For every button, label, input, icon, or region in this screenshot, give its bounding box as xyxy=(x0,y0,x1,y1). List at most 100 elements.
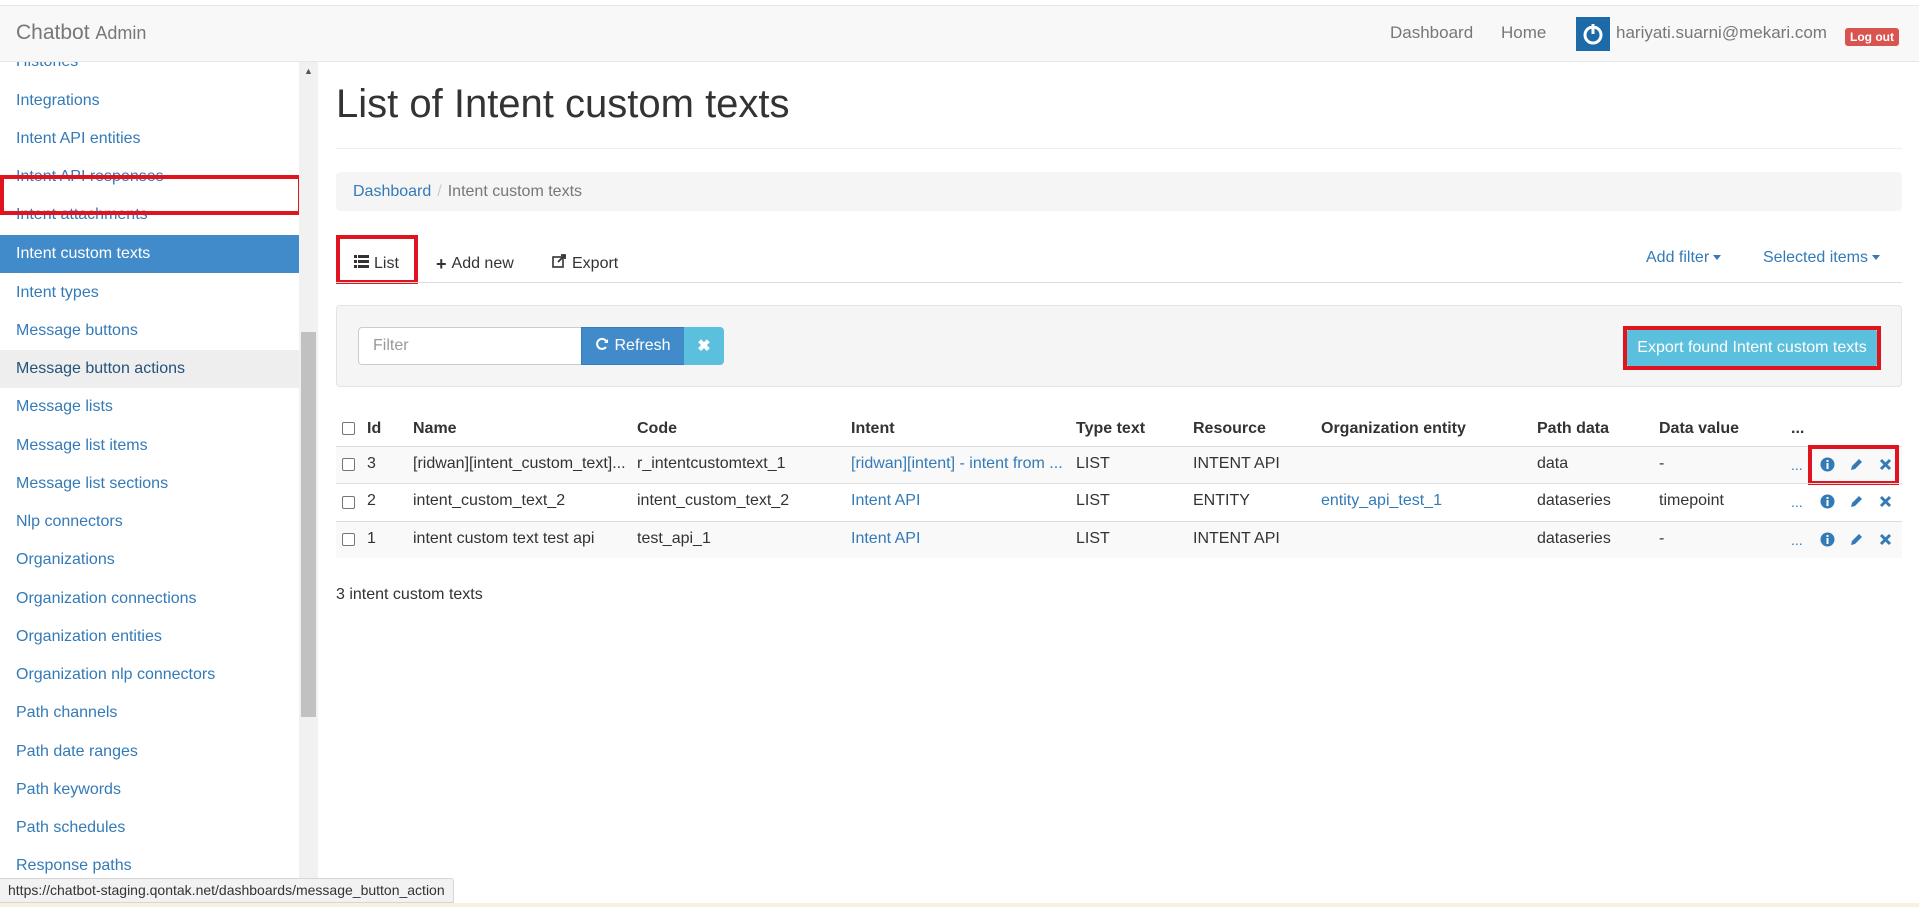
info-icon[interactable] xyxy=(1819,531,1835,547)
column-header-code[interactable]: Code xyxy=(637,420,677,438)
record-count: 3 intent custom texts xyxy=(336,586,483,603)
clear-filter-button[interactable]: ✖ xyxy=(684,327,724,365)
sidebar-item-path-date-ranges[interactable]: Path date ranges xyxy=(0,733,299,771)
row-more-link[interactable]: ... xyxy=(1791,457,1803,473)
column-header-id[interactable]: Id xyxy=(367,420,381,438)
sidebar-item-organization-nlp-connectors[interactable]: Organization nlp connectors xyxy=(0,656,299,694)
tab-add-new[interactable]: + Add new xyxy=(436,245,514,283)
refresh-icon xyxy=(595,337,609,356)
selected-items-dropdown[interactable]: Selected items xyxy=(1763,249,1880,267)
plus-icon: + xyxy=(436,254,447,274)
column-header-more: ... xyxy=(1791,420,1805,437)
cell-id: 1 xyxy=(367,530,376,547)
logout-button[interactable]: Log out xyxy=(1845,28,1899,46)
row-checkbox[interactable] xyxy=(342,458,355,471)
browser-status-bar: https://chatbot-staging.qontak.net/dashb… xyxy=(0,878,454,903)
row-checkbox[interactable] xyxy=(342,496,355,509)
tab-export[interactable]: Export xyxy=(552,245,618,283)
add-filter-dropdown[interactable]: Add filter xyxy=(1646,249,1722,267)
share-icon xyxy=(552,250,567,278)
column-header-path-data[interactable]: Path data xyxy=(1537,420,1609,438)
delete-icon[interactable] xyxy=(1877,493,1893,509)
pencil-icon[interactable] xyxy=(1848,531,1864,547)
add-filter-label: Add filter xyxy=(1646,249,1710,266)
sidebar-item-organization-connections[interactable]: Organization connections xyxy=(0,580,299,618)
cell-type-text: LIST xyxy=(1076,492,1110,509)
breadcrumb-separator: / xyxy=(437,183,442,200)
refresh-button[interactable]: Refresh xyxy=(581,327,685,365)
tab-add-new-label: Add new xyxy=(451,255,514,272)
tab-export-label: Export xyxy=(572,255,619,272)
sidebar-item-message-list-items[interactable]: Message list items xyxy=(0,427,299,465)
sidebar-item-intent-custom-texts[interactable]: Intent custom texts xyxy=(0,235,299,273)
row-checkbox[interactable] xyxy=(342,533,355,546)
info-icon[interactable] xyxy=(1819,493,1835,509)
sidebar-item-intent-types[interactable]: Intent types xyxy=(0,274,299,312)
sidebar-item-path-schedules[interactable]: Path schedules xyxy=(0,809,299,847)
select-all-checkbox[interactable] xyxy=(342,422,355,435)
brand-name: Chatbot xyxy=(16,21,90,44)
cell-path-data: dataseries xyxy=(1537,530,1611,547)
cell-path-data: dataseries xyxy=(1537,492,1611,509)
sidebar-item-integrations[interactable]: Integrations xyxy=(0,82,299,120)
column-header-resource[interactable]: Resource xyxy=(1193,420,1266,438)
row-more-link[interactable]: ... xyxy=(1791,494,1803,510)
cell-resource: INTENT API xyxy=(1193,530,1280,547)
cell-id: 3 xyxy=(367,455,376,472)
cell-organization-entity-link[interactable]: entity_api_test_1 xyxy=(1321,492,1442,510)
cell-name: [ridwan][intent_custom_text]... xyxy=(413,455,626,472)
cell-code: test_api_1 xyxy=(637,530,711,547)
caret-down-icon xyxy=(1713,255,1722,261)
delete-icon[interactable] xyxy=(1877,531,1893,547)
cell-type-text: LIST xyxy=(1076,530,1110,547)
cell-intent-link[interactable]: Intent API xyxy=(851,530,920,548)
column-header-organization-entity[interactable]: Organization entity xyxy=(1321,420,1466,438)
tabs-divider xyxy=(336,282,1902,283)
cell-data-value: timepoint xyxy=(1659,492,1724,509)
brand-link[interactable]: Chatbot Admin xyxy=(16,21,146,45)
refresh-label: Refresh xyxy=(614,337,671,354)
caret-down-icon xyxy=(1871,255,1880,261)
column-header-name[interactable]: Name xyxy=(413,420,457,438)
breadcrumb: Dashboard / Intent custom texts xyxy=(336,172,1902,211)
column-header-intent[interactable]: Intent xyxy=(851,420,895,438)
sidebar-item-nlp-connectors[interactable]: Nlp connectors xyxy=(0,503,299,541)
column-header-type-text[interactable]: Type text xyxy=(1076,420,1145,438)
user-email-link[interactable]: hariyati.suarni@mekari.com xyxy=(1616,23,1827,43)
sidebar-scrollbar-thumb[interactable] xyxy=(301,332,316,717)
user-avatar-icon[interactable] xyxy=(1576,17,1610,51)
column-header-data-value[interactable]: Data value xyxy=(1659,420,1739,438)
export-found-button[interactable]: Export found Intent custom texts xyxy=(1627,330,1877,366)
filter-input[interactable] xyxy=(358,327,582,365)
row-more-link[interactable]: ... xyxy=(1791,532,1803,548)
nav-dashboard-link[interactable]: Dashboard xyxy=(1390,23,1473,43)
cell-name: intent custom text test api xyxy=(413,530,595,547)
nav-home-link[interactable]: Home xyxy=(1501,23,1546,43)
title-divider xyxy=(336,148,1902,149)
brand-sub: Admin xyxy=(95,23,147,43)
scroll-up-arrow-icon[interactable]: ▲ xyxy=(299,64,318,78)
page-title: List of Intent custom texts xyxy=(336,82,790,126)
cell-data-value: - xyxy=(1659,455,1665,472)
cell-intent-link[interactable]: Intent API xyxy=(851,492,920,510)
breadcrumb-dashboard-link[interactable]: Dashboard xyxy=(353,183,431,200)
sidebar-item-message-lists[interactable]: Message lists xyxy=(0,388,299,426)
sidebar-item-organization-entities[interactable]: Organization entities xyxy=(0,618,299,656)
pencil-icon[interactable] xyxy=(1848,493,1864,509)
highlight-box-sidebar-active xyxy=(0,175,302,215)
sidebar-item-organizations[interactable]: Organizations xyxy=(0,541,299,579)
cell-intent-link[interactable]: [ridwan][intent] - intent from ... xyxy=(851,455,1063,473)
cell-code: r_intentcustomtext_1 xyxy=(637,455,786,472)
sidebar-item-path-keywords[interactable]: Path keywords xyxy=(0,771,299,809)
sidebar-item-message-button-actions[interactable]: Message button actions xyxy=(0,350,299,388)
sidebar-item-path-channels[interactable]: Path channels xyxy=(0,694,299,732)
selected-items-label: Selected items xyxy=(1763,249,1868,266)
sidebar-item-message-buttons[interactable]: Message buttons xyxy=(0,312,299,350)
cell-path-data: data xyxy=(1537,455,1569,472)
sidebar-item-message-list-sections[interactable]: Message list sections xyxy=(0,465,299,503)
cell-code: intent_custom_text_2 xyxy=(637,492,790,509)
sidebar-item-histories[interactable]: Histories xyxy=(0,62,299,81)
cell-name: intent_custom_text_2 xyxy=(413,492,566,509)
sidebar-item-intent-api-entities[interactable]: Intent API entities xyxy=(0,120,299,158)
breadcrumb-current: Intent custom texts xyxy=(447,183,583,200)
